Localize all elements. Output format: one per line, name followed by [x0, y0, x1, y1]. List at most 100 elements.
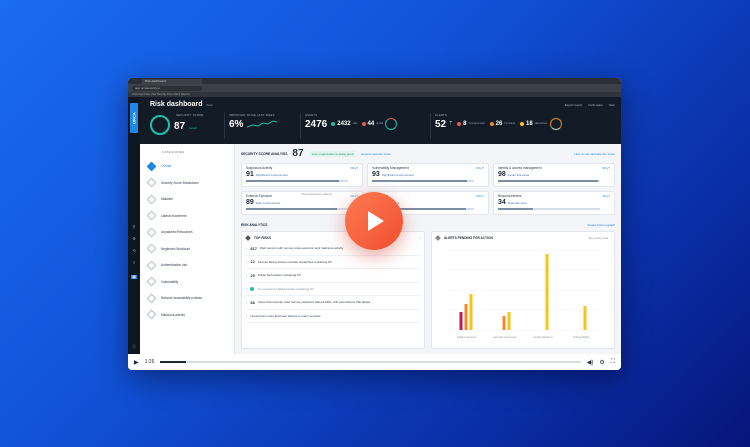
chevron-right-icon: ›: [246, 245, 248, 251]
risk-list: › 817 Web servers with remote code executi…: [246, 242, 420, 323]
categories-sidebar: CATEGORIES Overall Security Score Breakd…: [140, 144, 235, 354]
sidebar-item-overall[interactable]: Overall: [146, 158, 226, 175]
score-card[interactable]: Suspicious Activity 91 Significant Improv…: [241, 163, 363, 187]
url-field[interactable]: app.orcasecurity.io: [132, 85, 202, 91]
unpatched-icon: [146, 227, 157, 238]
browser-tab-strip: Risk dashboard: [128, 78, 621, 84]
x-tick-label: Authentication: [533, 335, 552, 339]
score-analysis-title: SECURITY SCORE ANALYSIS: [241, 151, 288, 156]
export-report-button[interactable]: Export report: [565, 103, 582, 107]
score-card[interactable]: Responsiveness 34 Dramatic drop Why?: [493, 191, 615, 215]
share-icon[interactable]: ⟲: [131, 249, 137, 253]
card-extra-note: External Exposure explained: [301, 193, 332, 196]
score-grade: Good: [189, 126, 197, 130]
list-item[interactable]: › 25 Public S3 buckets containing PII: [246, 269, 420, 283]
risk-diamond-icon: [245, 235, 251, 241]
chart-filter[interactable]: By severity lists: [589, 236, 608, 240]
why-link[interactable]: Why?: [602, 194, 610, 198]
high-dot-icon: [489, 121, 494, 126]
vulnerability-icon: [146, 276, 157, 287]
analytics-panels: TOP RISKS › › 817 Web servers with remote c…: [241, 231, 615, 349]
why-link[interactable]: Why?: [350, 166, 358, 170]
alerts-metric[interactable]: ALERTS 52 ⍑ 8 Compromised 26 Imminent 18 Ha…: [430, 113, 613, 139]
risk-analytics-header: RISK ANALYTICS Create custom graph: [241, 223, 615, 227]
score-bar: [498, 208, 600, 210]
fullscreen-icon[interactable]: ⛶: [611, 359, 615, 366]
help-button[interactable]: Help: [609, 103, 615, 107]
resolved-check-icon: [250, 286, 255, 291]
top-risks-panel: TOP RISKS › › 817 Web servers with remote c…: [241, 231, 425, 349]
list-icon[interactable]: ≡: [131, 261, 137, 265]
browser-tab[interactable]: Risk dashboard: [142, 79, 202, 84]
score-card[interactable]: Identity & access management 98 Looks thi…: [493, 163, 615, 187]
invite-team-button[interactable]: Invite team: [588, 103, 603, 107]
medium-dot-icon: [520, 121, 524, 126]
why-link[interactable]: Why?: [476, 166, 484, 170]
score-bar: [498, 180, 600, 182]
chart-bar[interactable]: [469, 294, 473, 330]
settings-gear-icon[interactable]: ⚙: [599, 359, 604, 366]
page-title: Risk dashboard Beta: [150, 101, 213, 108]
info-icon[interactable]: ⓘ: [131, 345, 137, 349]
why-link[interactable]: Why?: [602, 166, 610, 170]
dashboard-icon[interactable]: ▦: [131, 275, 137, 279]
assets-safe: 2432: [337, 120, 351, 127]
volume-icon[interactable]: ◀): [587, 359, 594, 366]
score-card[interactable]: External Exposure External Exposure expl…: [241, 191, 363, 215]
sidebar-item-authentication[interactable]: Authentication risk: [146, 257, 226, 274]
chart-bar[interactable]: [459, 312, 463, 330]
dashboard-header: Risk dashboard Beta Export report Invite …: [140, 97, 621, 144]
improved-value: 6%: [229, 119, 244, 130]
seek-bar[interactable]: [160, 361, 581, 363]
chart-bar[interactable]: [502, 316, 506, 330]
list-item[interactable]: › 88 Users that recently used remote passw…: [246, 296, 420, 310]
play-triangle-icon: [368, 211, 384, 231]
score-bar: [372, 180, 474, 182]
chart-bar[interactable]: [464, 304, 468, 330]
lateral-movement-icon: [146, 210, 157, 221]
sidebar-item-vulnerability[interactable]: Vulnerability: [146, 274, 226, 291]
sidebar-item-lateral-movement[interactable]: Lateral movement: [146, 208, 226, 225]
how-calculated-link[interactable]: How do we calculate the score: [574, 152, 615, 156]
score-bar: [246, 180, 348, 182]
x-tick-label: Data exposure: [457, 335, 477, 339]
play-icon[interactable]: ▶: [134, 359, 139, 366]
orca-logo: ORCA: [130, 103, 138, 133]
header-actions: Export report Invite team Help: [565, 103, 615, 107]
list-item[interactable]: › You resolved 4 failed assets containing…: [246, 283, 420, 296]
beta-badge: Beta: [206, 103, 213, 107]
malicious-activity-icon: [146, 309, 157, 320]
settings-icon[interactable]: ⚙: [131, 237, 137, 241]
create-graph-link[interactable]: Create custom graph: [587, 223, 615, 227]
malware-icon: [146, 194, 157, 205]
sidebar-item-neglected-workload[interactable]: Neglected Workload: [146, 241, 226, 258]
chevron-icon[interactable]: ›: [419, 236, 420, 240]
alerts-icon: ⍑: [449, 120, 453, 127]
authentication-icon: [146, 260, 157, 271]
sidebar-item-score-breakdown[interactable]: Security Score Breakdown: [146, 175, 226, 192]
sidebar-item-network[interactable]: Network accessibility policies: [146, 290, 226, 307]
sidebar-item-malicious-activity[interactable]: Malicious activity: [146, 307, 226, 324]
chart-bar[interactable]: [507, 312, 511, 330]
assets-metric[interactable]: ASSETS 2476 2432 safe 44 at risk: [300, 113, 430, 139]
why-link[interactable]: Why?: [476, 194, 484, 198]
chevron-right-icon: ›: [246, 299, 248, 305]
chevron-right-icon: ›: [246, 272, 248, 278]
score-analysis-header: SECURITY SCORE ANALYSIS 87 Your organiza…: [241, 148, 615, 159]
improved-metric[interactable]: IMPROVED SINCE LAST WEEK 6%: [224, 113, 300, 139]
security-score-metric[interactable]: SECURITY SCORE 87 Good: [150, 113, 224, 139]
neglected-workload-icon: [146, 243, 157, 254]
x-tick-label: Vulnerability: [573, 335, 590, 339]
list-item[interactable]: › 12 Internet facing assets override unpat…: [246, 256, 420, 269]
play-button[interactable]: [345, 192, 403, 250]
list-item[interactable]: › 817 Web servers with remote code executi…: [246, 242, 420, 256]
sidebar-item-unpatched[interactable]: Unpatched Resources: [146, 224, 226, 241]
sidebar-item-malware[interactable]: Malware: [146, 191, 226, 208]
chart-bar[interactable]: [583, 306, 587, 330]
explore-score-link[interactable]: Explore security score: [361, 152, 391, 156]
list-item[interactable]: › Unused Iam roles that have access to ma…: [246, 310, 420, 323]
score-card[interactable]: Vulnerability Management 93 Significant I…: [367, 163, 489, 187]
chart-bar[interactable]: [545, 254, 549, 330]
nav-rail: ORCA ⚲ ⚙ ⟲ ≡ ▦ ⓘ ?: [128, 97, 140, 359]
filter-icon[interactable]: ⚲: [131, 225, 137, 229]
